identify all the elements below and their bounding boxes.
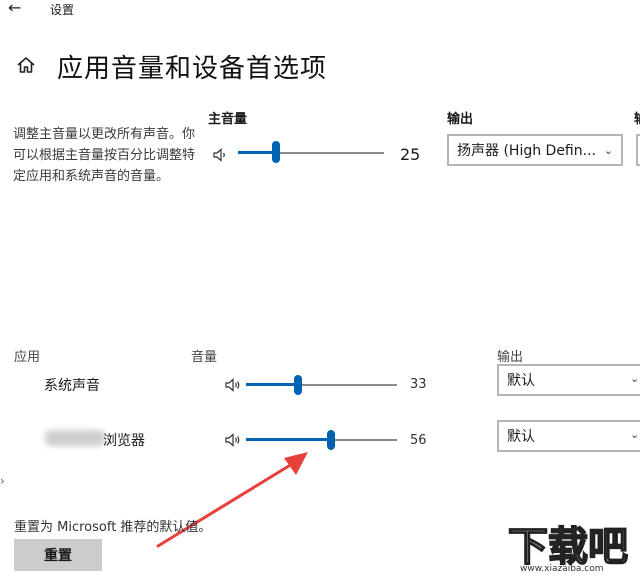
- sidebar-scroll-arrow[interactable]: ›: [0, 474, 5, 488]
- reset-button[interactable]: 重置: [14, 539, 102, 571]
- reset-description: 重置为 Microsoft 推荐的默认值。: [14, 520, 212, 535]
- watermark-logo: 下载吧: [507, 523, 629, 570]
- watermark-site: www.xiazaiba.com: [520, 564, 604, 574]
- annotation-arrow: [156, 452, 308, 548]
